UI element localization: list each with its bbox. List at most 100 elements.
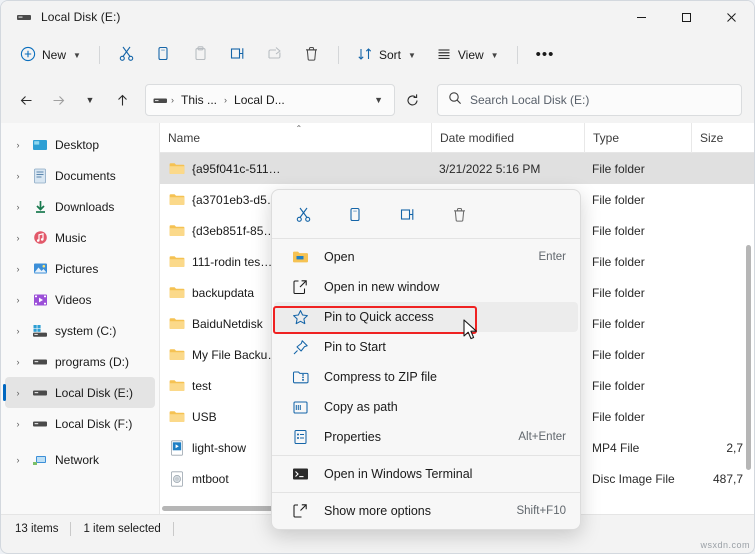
vertical-scrollbar[interactable] xyxy=(742,153,754,502)
sidebar-item-network[interactable]: › Network xyxy=(5,444,155,475)
up-button[interactable] xyxy=(107,85,137,115)
column-header-name[interactable]: Name ⌃ xyxy=(160,123,431,153)
file-name: {a95f041c-511… xyxy=(192,162,281,176)
copy-icon[interactable] xyxy=(338,199,372,229)
breadcrumb-item-local-disk[interactable]: Local D... xyxy=(230,91,289,109)
folder-icon xyxy=(168,254,185,270)
chevron-right-icon[interactable]: › xyxy=(11,455,25,465)
context-menu-item-show-more-options[interactable]: Show more options Shift+F10 xyxy=(274,496,578,526)
sort-button[interactable]: Sort ▼ xyxy=(348,39,425,71)
search-box[interactable] xyxy=(437,84,742,116)
column-header-date-modified[interactable]: Date modified xyxy=(431,123,584,153)
delete-icon[interactable] xyxy=(442,199,476,229)
cut-icon[interactable] xyxy=(286,199,320,229)
sidebar-item-local-disk-f[interactable]: › Local Disk (F:) xyxy=(5,408,155,439)
copy-button[interactable] xyxy=(146,39,181,71)
minimize-button[interactable] xyxy=(619,1,664,33)
properties-icon xyxy=(290,429,310,445)
sidebar-item-videos[interactable]: › Videos xyxy=(5,284,155,315)
sidebar-item-downloads[interactable]: › Downloads xyxy=(5,191,155,222)
maximize-button[interactable] xyxy=(664,1,709,33)
folder-icon xyxy=(168,378,185,394)
sidebar-item-documents[interactable]: › Documents xyxy=(5,160,155,191)
cut-button[interactable] xyxy=(109,39,144,71)
sidebar-item-music[interactable]: › Music xyxy=(5,222,155,253)
chevron-right-icon[interactable]: › xyxy=(11,202,25,212)
file-name: {d3eb851f-85… xyxy=(192,224,275,238)
folder-icon xyxy=(168,192,185,208)
new-button[interactable]: New ▼ xyxy=(11,39,90,71)
column-header-size[interactable]: Size xyxy=(691,123,751,153)
back-button[interactable] xyxy=(11,85,41,115)
chevron-right-icon[interactable]: › xyxy=(11,140,25,150)
chevron-right-icon[interactable]: › xyxy=(11,388,25,398)
context-menu-item-open-in-windows-terminal[interactable]: Open in Windows Terminal xyxy=(274,459,578,489)
context-menu-item-copy-as-path[interactable]: Copy as path xyxy=(274,392,578,422)
chevron-right-icon[interactable]: › xyxy=(11,295,25,305)
sidebar-label: system (C:) xyxy=(55,324,116,338)
chevron-right-icon[interactable]: › xyxy=(11,357,25,367)
breadcrumb-dropdown-icon[interactable]: ▼ xyxy=(369,95,388,105)
sidebar-item-pictures[interactable]: › Pictures xyxy=(5,253,155,284)
window-title: Local Disk (E:) xyxy=(41,10,121,24)
breadcrumb-item-this-pc[interactable]: This ... xyxy=(177,91,221,109)
vertical-scroll-thumb[interactable] xyxy=(746,245,751,470)
close-button[interactable] xyxy=(709,1,754,33)
disc-icon xyxy=(168,471,185,487)
plus-circle-icon xyxy=(20,46,36,65)
sidebar-label: Pictures xyxy=(55,262,98,276)
view-button[interactable]: View ▼ xyxy=(427,39,508,71)
chevron-right-icon[interactable]: › xyxy=(11,233,25,243)
title-bar: Local Disk (E:) xyxy=(1,1,754,33)
file-name: backupdata xyxy=(192,286,254,300)
context-menu-item-open[interactable]: Open Enter xyxy=(274,242,578,272)
chevron-down-icon: ▼ xyxy=(408,51,416,60)
context-menu-label: Pin to Start xyxy=(324,340,386,354)
chevron-right-icon[interactable]: › xyxy=(11,171,25,181)
desktop-icon xyxy=(31,137,49,153)
more-options-button[interactable]: ••• xyxy=(527,39,564,71)
view-icon xyxy=(436,46,452,65)
sort-icon xyxy=(357,46,373,65)
sidebar-item-local-disk-e[interactable]: › Local Disk (E:) xyxy=(5,377,155,408)
column-label: Name xyxy=(168,131,200,145)
context-menu-item-pin-to-start[interactable]: Pin to Start xyxy=(274,332,578,362)
sidebar-item-programs-d[interactable]: › programs (D:) xyxy=(5,346,155,377)
breadcrumb[interactable]: › This ... › Local D... ▼ xyxy=(145,84,395,116)
table-row[interactable]: {a95f041c-511… 3/21/2022 5:16 PM File fo… xyxy=(160,153,754,184)
refresh-button[interactable] xyxy=(397,85,427,115)
rename-icon[interactable] xyxy=(390,199,424,229)
forward-button[interactable] xyxy=(43,85,73,115)
context-menu-shortcut: Enter xyxy=(539,251,567,263)
rename-button[interactable] xyxy=(220,39,255,71)
share-button[interactable] xyxy=(257,39,292,71)
column-header-type[interactable]: Type xyxy=(584,123,691,153)
chevron-right-icon[interactable]: › xyxy=(11,326,25,336)
videos-icon xyxy=(31,292,49,308)
star-icon xyxy=(290,309,310,326)
column-headers: Name ⌃ Date modified Type Size xyxy=(160,123,754,153)
sidebar-item-system-c[interactable]: › system (C:) xyxy=(5,315,155,346)
chevron-right-icon[interactable]: › xyxy=(11,264,25,274)
recent-locations-button[interactable]: ▼ xyxy=(75,85,105,115)
column-label: Date modified xyxy=(440,131,514,145)
delete-button[interactable] xyxy=(294,39,329,71)
more-options-icon xyxy=(290,503,310,519)
context-menu-item-open-in-new-window[interactable]: Open in new window xyxy=(274,272,578,302)
context-menu-item-pin-to-quick-access[interactable]: Pin to Quick access xyxy=(274,302,578,332)
chevron-right-icon[interactable]: › xyxy=(11,419,25,429)
search-input[interactable] xyxy=(470,93,731,107)
downloads-icon xyxy=(31,199,49,215)
file-type-cell: File folder xyxy=(584,379,691,393)
documents-icon xyxy=(31,168,49,184)
sidebar-label: Local Disk (E:) xyxy=(55,386,133,400)
paste-button[interactable] xyxy=(183,39,218,71)
context-menu-item-properties[interactable]: Properties Alt+Enter xyxy=(274,422,578,452)
context-menu-label: Open in new window xyxy=(324,280,439,294)
context-menu-item-compress-to-zip[interactable]: Compress to ZIP file xyxy=(274,362,578,392)
status-divider xyxy=(70,522,71,536)
folder-icon xyxy=(168,347,185,363)
context-menu-label: Open xyxy=(324,250,355,264)
copy-path-icon xyxy=(290,400,310,415)
sidebar-item-desktop[interactable]: › Desktop xyxy=(5,129,155,160)
